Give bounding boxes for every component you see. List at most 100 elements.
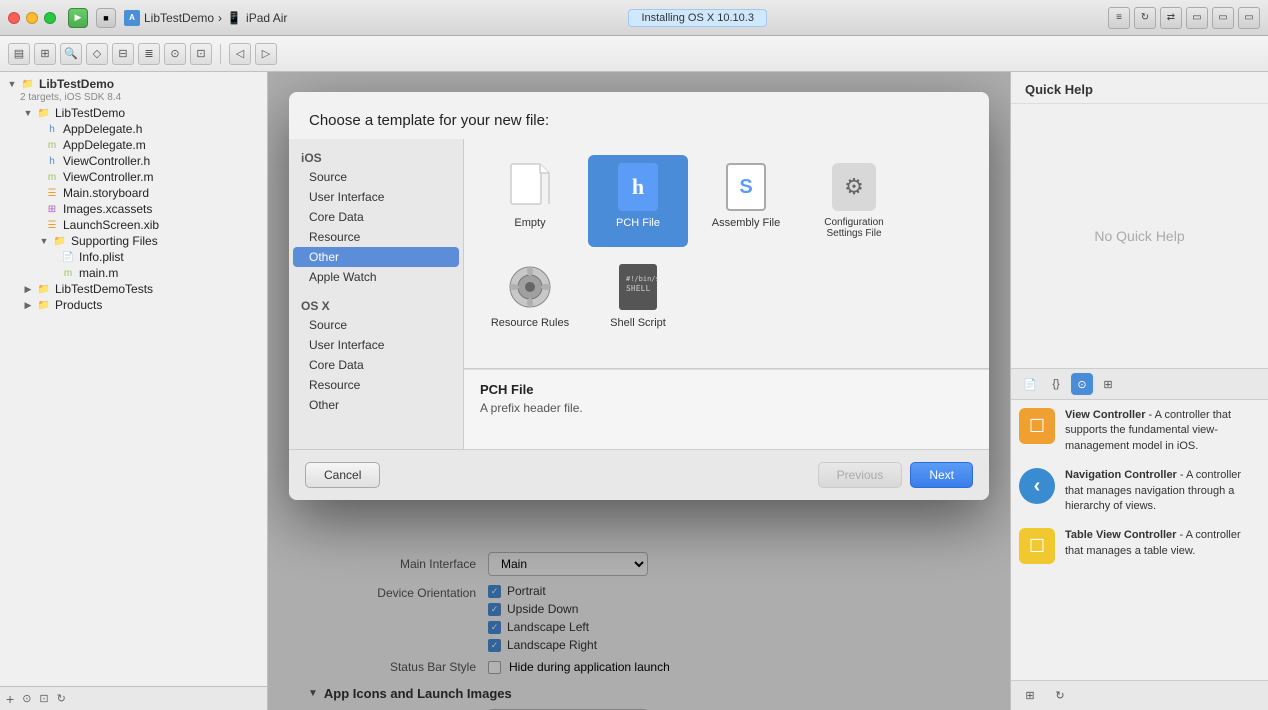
- center-area: Choose a template for your new file: iOS…: [268, 72, 1010, 710]
- m-icon-main: m: [60, 268, 76, 279]
- sidebar-item-viewcontroller-m[interactable]: m ViewController.m: [0, 169, 267, 185]
- sidebar-item-tests[interactable]: ▶ 📁 LibTestDemoTests: [0, 281, 267, 297]
- supporting-label: Supporting Files: [71, 234, 158, 248]
- rp-bottom-refresh[interactable]: ↻: [1049, 685, 1071, 707]
- dialog-nav-osx-ui[interactable]: User Interface: [289, 335, 463, 355]
- run-button[interactable]: ▶: [68, 8, 88, 28]
- dialog-nav-ios-applewatch[interactable]: Apple Watch: [289, 267, 463, 287]
- dialog-nav-ios-coredata[interactable]: Core Data: [289, 207, 463, 227]
- rp-grid-btn[interactable]: ⊞: [1097, 373, 1119, 395]
- sidebar-item-launchscreen-xib[interactable]: ☰ LaunchScreen.xib: [0, 217, 267, 233]
- h-icon-vc: h: [44, 156, 60, 167]
- breakpoints-btn[interactable]: ⊟: [112, 43, 134, 65]
- add-btn[interactable]: +: [6, 691, 14, 707]
- templates-grid: Empty h PCH File: [464, 139, 989, 369]
- expand-arrow-supporting: ▼: [36, 236, 52, 246]
- view-btn-5[interactable]: ▭: [1212, 7, 1234, 29]
- dialog-nav-osx-source[interactable]: Source: [289, 315, 463, 335]
- folder-icon: 📁: [20, 79, 36, 90]
- scm-btn[interactable]: ◇: [86, 43, 108, 65]
- view-btn-2[interactable]: ↻: [1134, 7, 1156, 29]
- template-config[interactable]: ⚙ Configuration Settings File: [804, 155, 904, 247]
- template-empty-label: Empty: [514, 217, 545, 229]
- close-button[interactable]: [8, 12, 20, 24]
- installing-status: Installing OS X 10.10.3: [628, 9, 767, 27]
- search-btn[interactable]: 🔍: [60, 43, 82, 65]
- template-pch[interactable]: h PCH File: [588, 155, 688, 247]
- cancel-button[interactable]: Cancel: [305, 462, 380, 488]
- dialog-nav-osx-coredata[interactable]: Core Data: [289, 355, 463, 375]
- dialog-nav-ios-ui[interactable]: User Interface: [289, 187, 463, 207]
- next-button[interactable]: Next: [910, 462, 973, 488]
- sidebar-item-libtestdemo[interactable]: ▼ 📁 LibTestDemo: [0, 105, 267, 121]
- rp-bottom-grid[interactable]: ⊞: [1019, 685, 1041, 707]
- tests-label: LibTestDemoTests: [55, 282, 153, 296]
- quick-help-empty: No Quick Help: [1011, 104, 1268, 368]
- expand-arrow-products: ▶: [20, 300, 36, 311]
- file-btn[interactable]: ⊞: [34, 43, 56, 65]
- template-shell[interactable]: SHELL #!/bin/sh Shell Script: [588, 255, 688, 337]
- view-btn-4[interactable]: ▭: [1186, 7, 1208, 29]
- sidebar-item-images-xcassets[interactable]: ⊞ Images.xcassets: [0, 201, 267, 217]
- dialog-body: iOS Source User Interface Core Data Reso…: [289, 139, 989, 449]
- back-btn[interactable]: ◁: [229, 43, 251, 65]
- view-btn-3[interactable]: ⇄: [1160, 7, 1182, 29]
- template-assembly[interactable]: S Assembly File: [696, 155, 796, 247]
- ios-header: iOS: [289, 147, 463, 167]
- sidebar-item-project[interactable]: ▼ 📁 LibTestDemo: [0, 76, 267, 92]
- xib-icon: ☰: [44, 220, 60, 231]
- dialog-nav-ios-source[interactable]: Source: [289, 167, 463, 187]
- test-nav-btn[interactable]: ⊙: [164, 43, 186, 65]
- appdelegate-h-label: AppDelegate.h: [63, 122, 142, 136]
- view-btn-6[interactable]: ▭: [1238, 7, 1260, 29]
- sidebar-item-products[interactable]: ▶ 📁 Products: [0, 297, 267, 313]
- dialog-nav-osx-resource[interactable]: Resource: [289, 375, 463, 395]
- rp-file-btn[interactable]: 📄: [1019, 373, 1041, 395]
- template-empty[interactable]: Empty: [480, 155, 580, 247]
- rp-class-btn[interactable]: {}: [1045, 373, 1067, 395]
- rp-tablecontroller-text: Table View Controller - A controller tha…: [1065, 528, 1260, 559]
- template-shell-label: Shell Script: [610, 317, 666, 329]
- main-m-label: main.m: [79, 266, 118, 280]
- toolbar-divider: [220, 44, 221, 64]
- rp-items: ☐ View Controller - A controller that su…: [1011, 400, 1268, 680]
- rp-toolbar: 📄 {} ⊙ ⊞: [1011, 368, 1268, 400]
- sidebar-item-viewcontroller-h[interactable]: h ViewController.h: [0, 153, 267, 169]
- xcassets-icon: ⊞: [44, 204, 60, 215]
- svg-text:SHELL: SHELL: [626, 284, 650, 293]
- issue-nav-btn[interactable]: ≣: [138, 43, 160, 65]
- project-subtitle: 2 targets, iOS SDK 8.4: [0, 92, 267, 105]
- sidebar-item-supporting[interactable]: ▼ 📁 Supporting Files: [0, 233, 267, 249]
- expand-arrow: ▼: [4, 79, 20, 89]
- previous-button[interactable]: Previous: [818, 462, 903, 488]
- dialog-nav-osx-other[interactable]: Other: [289, 395, 463, 415]
- dialog-nav-ios-other[interactable]: Other: [293, 247, 459, 267]
- dialog-header: Choose a template for your new file:: [289, 92, 989, 139]
- refresh-btn[interactable]: ↻: [57, 692, 66, 705]
- rp-active-btn[interactable]: ⊙: [1071, 373, 1093, 395]
- maximize-button[interactable]: [44, 12, 56, 24]
- stop-button[interactable]: ■: [96, 8, 116, 28]
- shell-script-icon: SHELL #!/bin/sh: [614, 263, 662, 311]
- template-resource-rules[interactable]: Resource Rules: [480, 255, 580, 337]
- sidebar-item-main-m[interactable]: m main.m: [0, 265, 267, 281]
- view-btn-1[interactable]: ≡: [1108, 7, 1130, 29]
- filter-btn[interactable]: ⊙: [22, 692, 31, 705]
- sidebar-file-tree: ▼ 📁 LibTestDemo 2 targets, iOS SDK 8.4 ▼…: [0, 72, 267, 686]
- dialog-nav: iOS Source User Interface Core Data Reso…: [289, 139, 464, 449]
- main-storyboard-label: Main.storyboard: [63, 186, 149, 200]
- sidebar-item-main-storyboard[interactable]: ☰ Main.storyboard: [0, 185, 267, 201]
- debug-nav-btn[interactable]: ⊡: [190, 43, 212, 65]
- device-name: iPad Air: [246, 11, 287, 25]
- sidebar-bottom: + ⊙ ⊡ ↻: [0, 686, 267, 710]
- sidebar-item-appdelegate-h[interactable]: h AppDelegate.h: [0, 121, 267, 137]
- dialog-nav-ios-resource[interactable]: Resource: [289, 227, 463, 247]
- sidebar-toggle[interactable]: ▤: [8, 43, 30, 65]
- minimize-button[interactable]: [26, 12, 38, 24]
- rp-viewcontroller-icon: ☐: [1019, 408, 1055, 444]
- forward-btn[interactable]: ▷: [255, 43, 277, 65]
- sidebar-item-info-plist[interactable]: 📄 Info.plist: [0, 249, 267, 265]
- hierarchy-btn[interactable]: ⊡: [39, 692, 48, 705]
- sidebar-item-appdelegate-m[interactable]: m AppDelegate.m: [0, 137, 267, 153]
- products-label: Products: [55, 298, 102, 312]
